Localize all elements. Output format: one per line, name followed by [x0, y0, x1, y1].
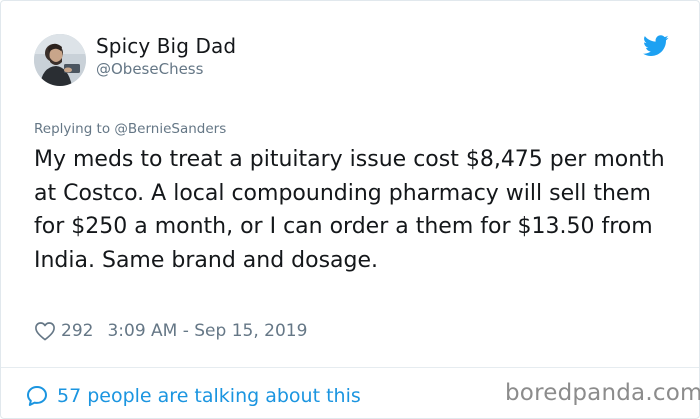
- divider: [1, 367, 699, 368]
- tweet-card: Spicy Big Dad @ObeseChess Replying to @B…: [0, 0, 700, 419]
- tweet-timestamp[interactable]: 3:09 AM - Sep 15, 2019: [107, 321, 307, 341]
- watermark: boredpanda.com: [505, 380, 700, 406]
- speech-bubble-icon: [27, 386, 47, 406]
- author-name[interactable]: Spicy Big Dad: [96, 34, 236, 58]
- twitter-bird-icon[interactable]: [643, 35, 669, 57]
- like-count[interactable]: 292: [61, 321, 93, 341]
- talking-about-text: 57 people are talking about this: [57, 385, 361, 407]
- author-handle[interactable]: @ObeseChess: [96, 60, 203, 78]
- tweet-text: My meds to treat a pituitary issue cost …: [34, 147, 665, 273]
- replying-prefix: Replying to: [34, 121, 115, 137]
- avatar[interactable]: [34, 34, 86, 86]
- talking-about-link[interactable]: 57 people are talking about this: [25, 382, 361, 410]
- tweet-meta: 292 3:09 AM - Sep 15, 2019: [34, 318, 307, 344]
- replying-to: Replying to @BernieSanders: [34, 121, 226, 137]
- avatar-photo: [34, 34, 86, 86]
- heart-outline-icon[interactable]: [34, 321, 56, 341]
- reply-mention-link[interactable]: @BernieSanders: [114, 121, 226, 137]
